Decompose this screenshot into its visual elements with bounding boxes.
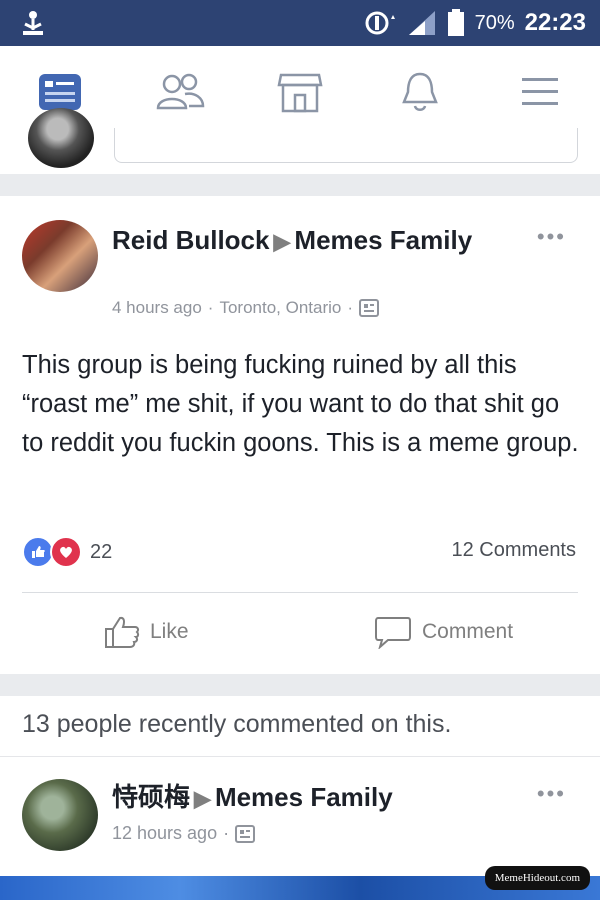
post-card: Reid Bullock ▶ Memes Family ••• 4 hours ag… bbox=[0, 196, 600, 674]
comments-count[interactable]: 12 Comments bbox=[452, 539, 577, 562]
like-label: Like bbox=[150, 620, 189, 643]
post-time[interactable]: 12 hours ago bbox=[112, 823, 217, 844]
separator-dot: · bbox=[223, 823, 230, 843]
composer-input[interactable] bbox=[114, 128, 578, 163]
reaction-count: 22 bbox=[90, 540, 113, 563]
thumbs-up-icon bbox=[105, 616, 140, 648]
notifications-bell-icon bbox=[402, 72, 438, 111]
signal-icon bbox=[408, 11, 435, 35]
post-time[interactable]: 4 hours ago bbox=[112, 298, 202, 318]
watermark: MemeHideout.com bbox=[484, 866, 590, 890]
battery-icon bbox=[447, 9, 464, 36]
post-body: This group is being fucking ruined by al… bbox=[22, 351, 579, 457]
recent-activity-text: 13 people recently commented on this. bbox=[22, 710, 452, 738]
like-button[interactable]: Like bbox=[104, 612, 189, 652]
more-options-icon[interactable]: ••• bbox=[537, 781, 566, 807]
friends-icon bbox=[156, 73, 205, 110]
author-name[interactable]: 恃硕梅 bbox=[112, 782, 190, 812]
comment-label: Comment bbox=[422, 620, 514, 643]
recent-activity-bar[interactable]: 13 people recently commented on this. bbox=[0, 696, 600, 756]
group-privacy-icon bbox=[359, 299, 380, 317]
nav-friends[interactable] bbox=[152, 66, 208, 118]
group-privacy-icon bbox=[235, 824, 256, 843]
status-right: 70% 22:23 bbox=[363, 8, 586, 38]
clock: 22:23 bbox=[524, 9, 586, 36]
avatar bbox=[28, 108, 94, 168]
separator-dot: · bbox=[207, 298, 214, 317]
separator-dot: · bbox=[347, 298, 354, 317]
triangle-arrow-icon: ▶ bbox=[194, 786, 211, 811]
post-location[interactable]: Toronto, Ontario bbox=[219, 298, 341, 318]
status-bar: 70% 22:23 bbox=[0, 0, 600, 46]
menu-icon bbox=[522, 78, 558, 105]
comment-button[interactable]: Comment bbox=[374, 612, 513, 652]
more-options-icon[interactable]: ••• bbox=[537, 224, 566, 250]
post-card-2: 恃硕梅 ▶ Memes Family ••• 12 hours ago · bbox=[0, 756, 600, 877]
nav-menu[interactable] bbox=[512, 66, 568, 118]
battery-percent: 70% bbox=[474, 11, 515, 34]
post-header: Reid Bullock ▶ Memes Family bbox=[112, 222, 492, 260]
comment-bubble-icon bbox=[375, 617, 411, 649]
divider bbox=[22, 592, 578, 593]
post-header: 恃硕梅 ▶ Memes Family bbox=[112, 779, 393, 817]
nav-marketplace[interactable] bbox=[272, 66, 328, 118]
nav-notifications[interactable] bbox=[392, 66, 448, 118]
author-name[interactable]: Reid Bullock bbox=[112, 225, 269, 255]
composer-partial bbox=[0, 108, 600, 174]
group-name[interactable]: Memes Family bbox=[215, 782, 393, 812]
data-saver-icon bbox=[365, 11, 395, 35]
reactions-summary[interactable]: 22 bbox=[22, 536, 112, 568]
news-feed-icon bbox=[39, 74, 81, 110]
post-meta: 12 hours ago · bbox=[112, 823, 256, 844]
marketplace-icon bbox=[277, 73, 323, 113]
post-meta: 4 hours ago · Toronto, Ontario · bbox=[112, 298, 380, 318]
author-avatar[interactable] bbox=[22, 779, 98, 851]
love-reaction-icon bbox=[50, 536, 82, 568]
triangle-arrow-icon: ▶ bbox=[273, 229, 291, 254]
usb-debug-icon bbox=[23, 11, 43, 35]
group-name[interactable]: Memes Family bbox=[294, 225, 472, 255]
author-avatar[interactable] bbox=[22, 220, 98, 292]
